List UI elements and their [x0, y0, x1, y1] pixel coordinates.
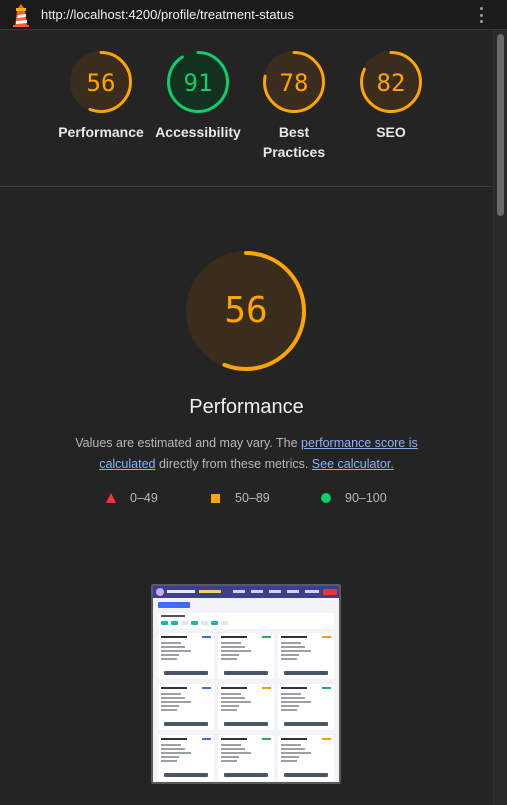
lighthouse-logo-icon — [13, 4, 29, 27]
page-url: http://localhost:4200/profile/treatment-… — [41, 7, 294, 22]
desc-text: Values are estimated and may vary. The — [75, 436, 302, 450]
category-title: Performance — [189, 396, 304, 418]
thumb-primary-button — [158, 602, 190, 608]
thumb-card — [158, 684, 214, 730]
thumb-link — [305, 590, 319, 593]
gauge-ring: 91 — [167, 51, 229, 113]
thumb-brand-icon — [156, 588, 164, 596]
thumb-card — [218, 633, 274, 679]
gauge-ring: 82 — [360, 51, 422, 113]
gauge-best-practices[interactable]: 78 Best Practices — [239, 50, 349, 162]
scrollbar-thumb[interactable] — [497, 34, 504, 216]
legend-fail: 0–49 — [106, 490, 158, 506]
scrollbar[interactable] — [493, 30, 507, 805]
thumb-chip — [201, 621, 208, 625]
gauge-accessibility[interactable]: 91 Accessibility — [143, 50, 253, 142]
gauge-label: Accessibility — [155, 124, 241, 140]
legend-pass: 90–100 — [321, 490, 387, 506]
average-square-icon — [211, 493, 220, 503]
thumb-link — [269, 590, 281, 593]
fail-triangle-icon — [106, 493, 116, 503]
gauge-label: SEO — [376, 124, 406, 140]
thumb-chip — [161, 621, 168, 625]
thumb-chip — [171, 621, 178, 625]
gauge-seo[interactable]: 82 SEO — [336, 50, 446, 142]
thumb-filter-label — [161, 615, 185, 617]
legend-average: 50–89 — [211, 490, 270, 506]
thumb-chip — [181, 621, 188, 625]
thumb-link — [287, 590, 299, 593]
thumb-filter-panel — [158, 613, 334, 629]
gauge-label: Best Practices — [262, 124, 326, 160]
desc-text-2: directly from these metrics. — [155, 457, 312, 471]
thumb-card — [278, 633, 334, 679]
gauge-score: 82 — [377, 69, 406, 97]
score-description: Values are estimated and may vary. The p… — [60, 433, 433, 475]
thumb-badge — [199, 590, 221, 593]
thumb-card — [158, 735, 214, 781]
thumb-chip — [211, 621, 218, 625]
gauge-ring: 78 — [263, 51, 325, 113]
thumb-chip — [221, 621, 228, 625]
gauge-performance[interactable]: 56 Performance — [46, 50, 156, 142]
gauge-ring: 56 — [70, 51, 132, 113]
thumb-chip — [191, 621, 198, 625]
thumb-brand-text — [167, 590, 195, 593]
pass-circle-icon — [321, 493, 331, 503]
legend-range: 50–89 — [235, 491, 270, 505]
score-summary: 56 Performance 91 Accessibility 78 Best … — [0, 30, 493, 187]
gauge-score: 91 — [184, 69, 213, 97]
thumb-card — [218, 735, 274, 781]
see-calculator-link[interactable]: See calculator. — [312, 457, 394, 471]
thumb-card — [278, 684, 334, 730]
thumb-link — [233, 590, 245, 593]
gauge-score: 78 — [280, 69, 309, 97]
legend-range: 90–100 — [345, 491, 387, 505]
thumb-link — [251, 590, 263, 593]
thumb-card — [158, 633, 214, 679]
performance-gauge-large: 56 — [186, 251, 306, 371]
more-options-icon[interactable] — [474, 5, 488, 25]
top-bar: http://localhost:4200/profile/treatment-… — [0, 0, 507, 30]
gauge-score: 56 — [87, 69, 116, 97]
performance-score: 56 — [224, 290, 267, 331]
thumb-card — [218, 684, 274, 730]
thumb-card — [278, 735, 334, 781]
gauge-label: Performance — [58, 124, 144, 140]
legend-range: 0–49 — [130, 491, 158, 505]
thumb-navbar — [153, 586, 339, 598]
thumb-logout-button — [323, 589, 337, 595]
final-screenshot-thumbnail[interactable] — [151, 584, 341, 784]
